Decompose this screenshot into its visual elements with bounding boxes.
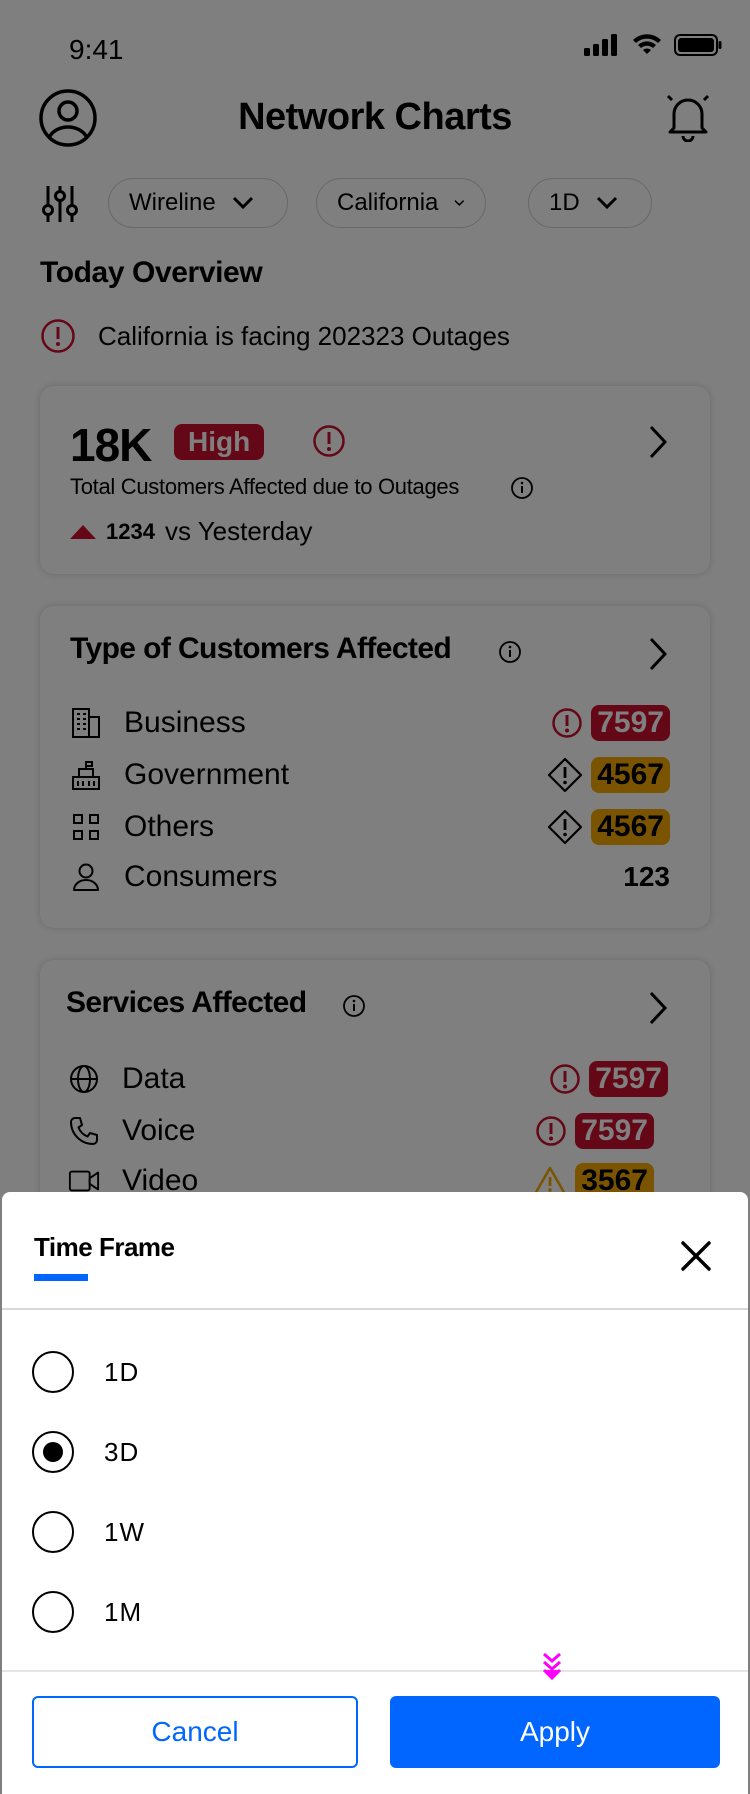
radio-button-selected[interactable] bbox=[32, 1431, 74, 1473]
active-tab-indicator bbox=[34, 1274, 88, 1281]
timeframe-option-3d[interactable]: 3D bbox=[32, 1430, 139, 1474]
scroll-down-chevrons-icon bbox=[542, 1652, 562, 1681]
radio-label: 3D bbox=[104, 1436, 140, 1467]
radio-label: 1D bbox=[104, 1356, 140, 1387]
sheet-tab-time-frame[interactable]: Time Frame bbox=[34, 1232, 175, 1263]
timeframe-option-1d[interactable]: 1D bbox=[32, 1350, 139, 1394]
close-icon[interactable] bbox=[678, 1238, 714, 1274]
cancel-button[interactable]: Cancel bbox=[32, 1696, 358, 1768]
timeframe-option-1m[interactable]: 1M bbox=[32, 1590, 142, 1634]
radio-button[interactable] bbox=[32, 1511, 74, 1553]
apply-button[interactable]: Apply bbox=[390, 1696, 720, 1768]
radio-selected-dot bbox=[43, 1442, 63, 1462]
footer-divider bbox=[2, 1670, 748, 1672]
radio-label: 1M bbox=[104, 1596, 143, 1627]
radio-label: 1W bbox=[104, 1516, 145, 1547]
timeframe-option-1w[interactable]: 1W bbox=[32, 1510, 145, 1554]
time-frame-sheet: Time Frame 1D 3D 1W 1M Cancel Apply bbox=[2, 1192, 748, 1794]
radio-button[interactable] bbox=[32, 1591, 74, 1633]
sheet-divider bbox=[2, 1308, 748, 1310]
radio-button[interactable] bbox=[32, 1351, 74, 1393]
